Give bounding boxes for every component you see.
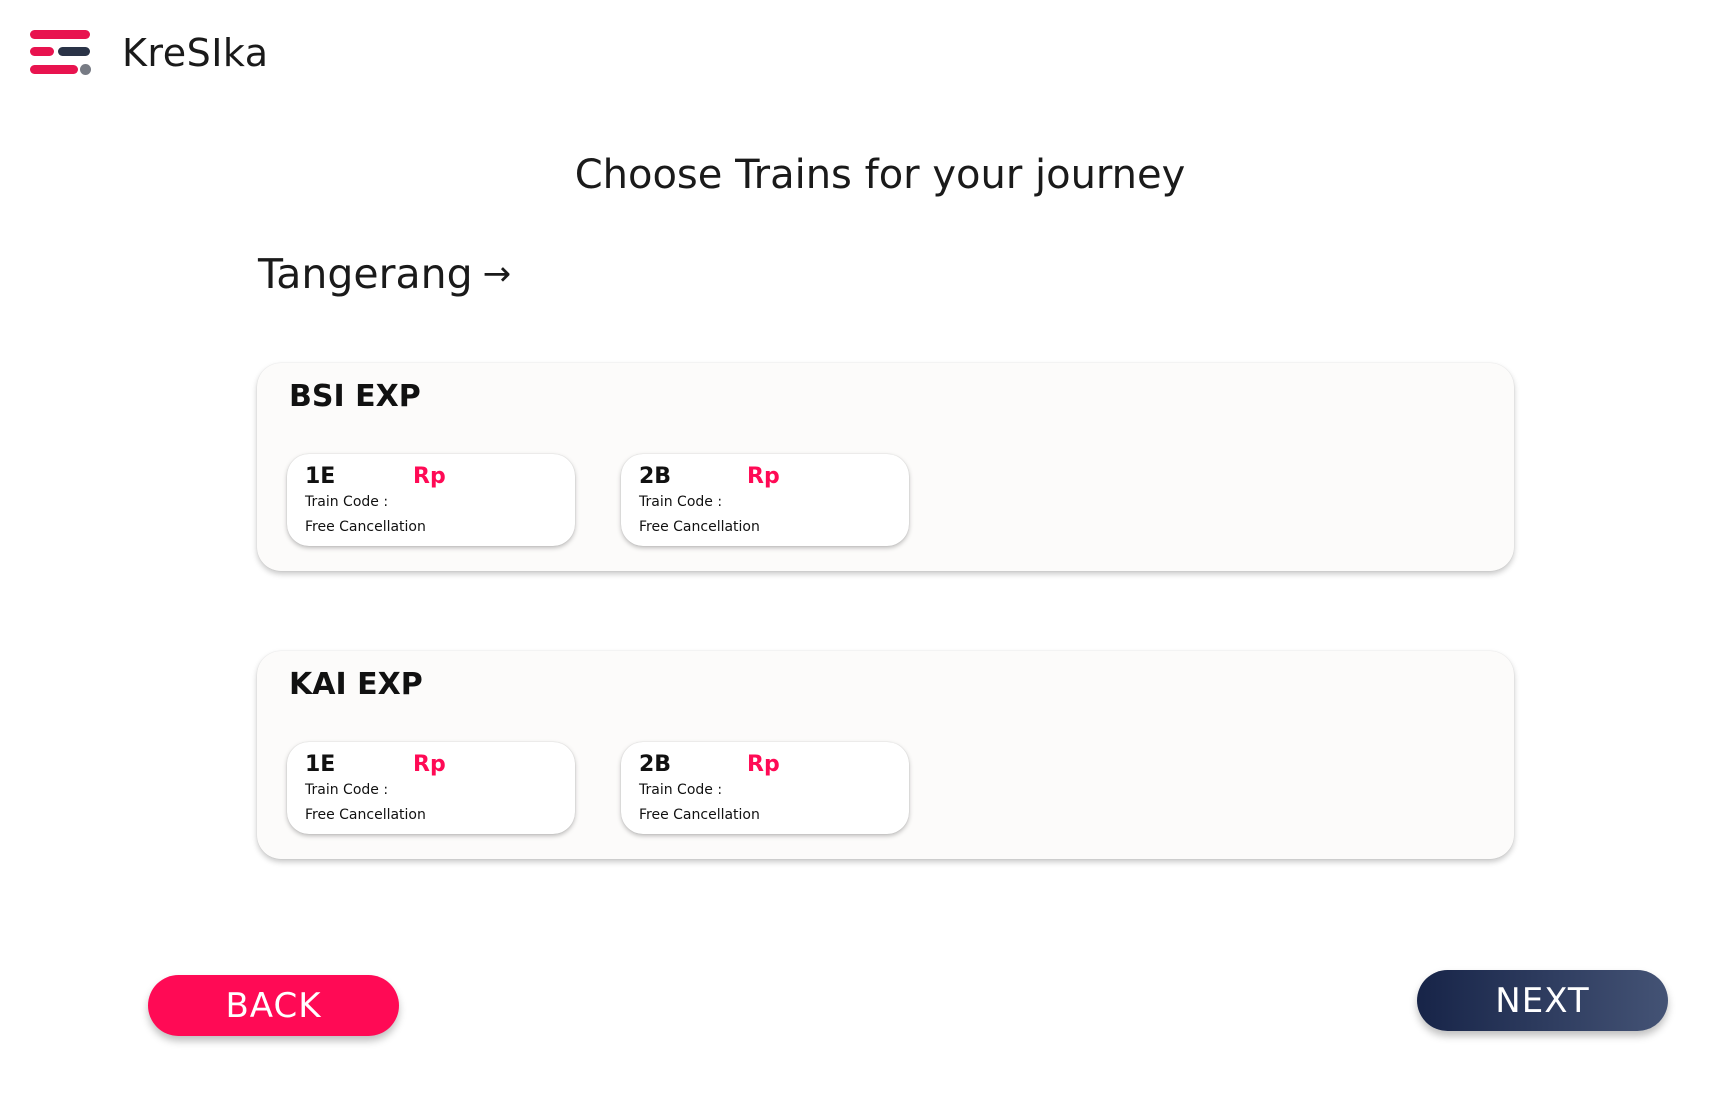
train-name: KAI EXP — [289, 667, 423, 702]
back-button[interactable]: BACK — [148, 975, 399, 1036]
cancellation-label: Free Cancellation — [639, 807, 760, 823]
class-code: 2B — [639, 464, 672, 489]
class-option-1e[interactable]: 1E Rp Train Code : Free Cancellation — [287, 454, 575, 546]
route-heading: Tangerang → — [258, 250, 511, 298]
app-logo[interactable]: KreSIka — [30, 28, 269, 78]
class-price: Rp — [747, 752, 780, 777]
cancellation-label: Free Cancellation — [305, 807, 426, 823]
route-origin: Tangerang — [258, 250, 473, 298]
train-code-label: Train Code : — [305, 782, 389, 798]
app-name: KreSIka — [122, 31, 269, 75]
class-price: Rp — [747, 464, 780, 489]
train-name: BSI EXP — [289, 379, 421, 414]
train-code-label: Train Code : — [639, 494, 723, 510]
class-option-2b[interactable]: 2B Rp Train Code : Free Cancellation — [621, 454, 909, 546]
train-code-label: Train Code : — [305, 494, 389, 510]
page-title: Choose Trains for your journey — [574, 152, 1186, 198]
menu-lines-logo-icon — [30, 28, 92, 78]
class-price: Rp — [413, 752, 446, 777]
train-code-label: Train Code : — [639, 782, 723, 798]
class-code: 1E — [305, 752, 336, 777]
train-card: KAI EXP 1E Rp Train Code : Free Cancella… — [257, 651, 1514, 859]
class-option-2b[interactable]: 2B Rp Train Code : Free Cancellation — [621, 742, 909, 834]
class-price: Rp — [413, 464, 446, 489]
class-option-1e[interactable]: 1E Rp Train Code : Free Cancellation — [287, 742, 575, 834]
class-code: 1E — [305, 464, 336, 489]
arrow-right-icon: → — [482, 254, 512, 294]
next-button[interactable]: NEXT — [1417, 970, 1668, 1031]
train-card: BSI EXP 1E Rp Train Code : Free Cancella… — [257, 363, 1514, 571]
class-code: 2B — [639, 752, 672, 777]
cancellation-label: Free Cancellation — [639, 519, 760, 535]
cancellation-label: Free Cancellation — [305, 519, 426, 535]
